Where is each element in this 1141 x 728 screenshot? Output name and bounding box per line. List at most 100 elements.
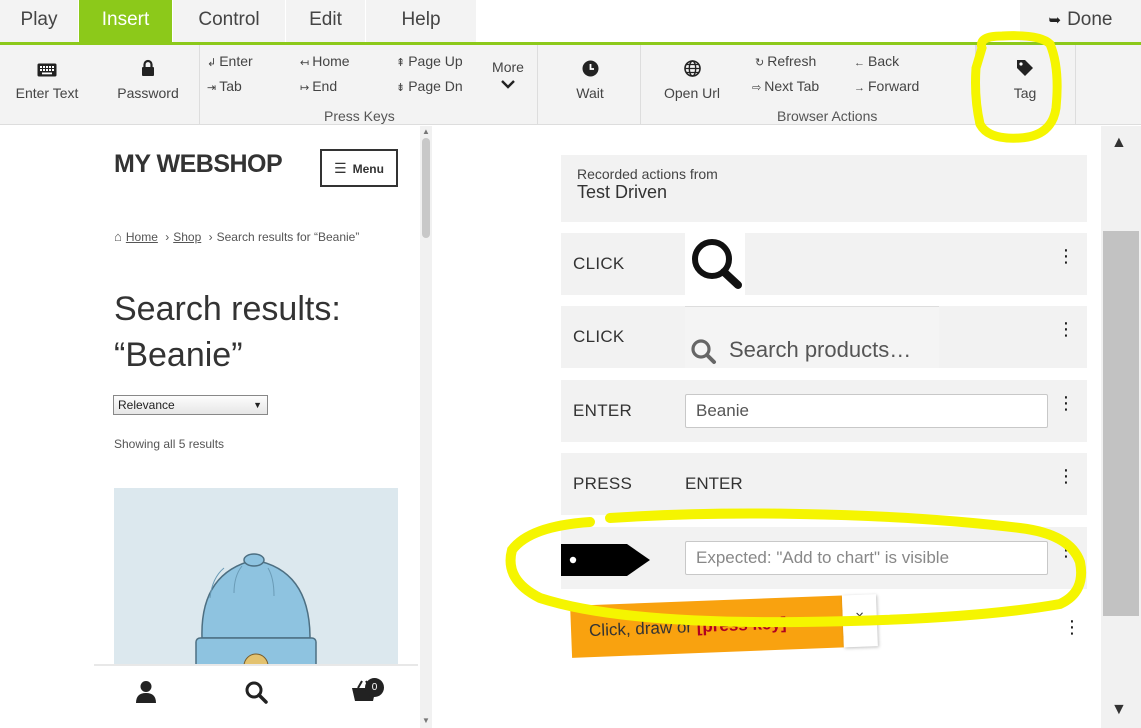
enter-text-label: Enter Text [15, 85, 79, 101]
sort-select[interactable]: Relevance ▼ [113, 395, 268, 415]
breadcrumb-current: Search results for “Beanie” [216, 230, 360, 244]
scroll-up-icon[interactable]: ▲ [1111, 134, 1127, 152]
recording-header: Recorded actions from Test Driven [561, 155, 1087, 222]
step-click-search-field[interactable]: CLICK Search products… ⋮ [561, 306, 1087, 368]
step-command: PRESS [573, 474, 633, 493]
toolbar-group-tag [976, 45, 1076, 125]
step-enter-text[interactable]: ENTER Beanie ⋮ [561, 380, 1087, 442]
key-page-dn-label: Page Dn [408, 78, 463, 94]
search-icon[interactable] [244, 680, 268, 711]
assertion-input[interactable]: Expected: "Add to chart" is visible [685, 541, 1048, 575]
recorder-scroll-thumb[interactable] [1103, 231, 1139, 616]
page-down-icon: ⇟ [396, 82, 406, 94]
done-label: Done [1067, 9, 1113, 30]
new-step-kebab-icon[interactable]: ⋮ [1063, 618, 1081, 636]
sort-select-value: Relevance [118, 398, 175, 412]
cart-count-badge: 0 [365, 678, 384, 697]
scroll-down-icon[interactable]: ▼ [1111, 701, 1127, 719]
recording-header-source: Test Driven [577, 182, 668, 202]
page-title-line1: Search results: [114, 290, 341, 328]
beanie-illustration [114, 488, 398, 668]
recorder-scrollbar[interactable]: ▲ ▼ [1101, 126, 1141, 728]
key-page-up-button[interactable]: ⇞ Page Up [396, 53, 463, 69]
key-page-dn-button[interactable]: ⇟ Page Dn [396, 78, 463, 94]
tab-control[interactable]: Control [173, 0, 285, 42]
page-title: Search results: “Beanie” [114, 286, 414, 378]
press-keys-caption: Press Keys [324, 108, 395, 124]
sign-out-icon: ➥ [1048, 12, 1062, 29]
mobile-bottom-nav: 0 [94, 664, 418, 728]
tab-play[interactable]: Play [0, 0, 78, 42]
step-screenshot-thumbnail: Search products… [685, 306, 939, 368]
lock-icon [104, 59, 192, 85]
wait-button[interactable]: Wait [548, 59, 632, 101]
return-icon: ↲ [207, 57, 217, 69]
search-icon [691, 339, 716, 364]
key-tab-button[interactable]: ⇥ Tab [207, 78, 242, 94]
page-up-icon: ⇞ [396, 57, 406, 69]
key-end-label: End [312, 78, 338, 94]
more-keys-button[interactable]: More [484, 59, 532, 97]
step-menu-kebab-icon[interactable]: ⋮ [1056, 394, 1076, 412]
product-image-beanie[interactable] [114, 488, 398, 668]
step-key-value: ENTER [685, 474, 743, 493]
account-icon[interactable] [135, 680, 157, 711]
top-menu-bar: Play Insert Control Edit Help ➥ Done [0, 0, 1141, 45]
key-enter-label: Enter [219, 53, 253, 69]
password-button[interactable]: Password [104, 59, 192, 101]
result-count: Showing all 5 results [114, 437, 225, 451]
hint-prefix: Click, draw or [588, 617, 698, 641]
hint-text: Click, draw or [press key] [570, 595, 844, 658]
preview-scroll-thumb[interactable] [422, 138, 430, 238]
tag-icon [561, 544, 650, 576]
step-menu-kebab-icon[interactable]: ⋮ [1056, 247, 1076, 265]
tab-edit[interactable]: Edit [286, 0, 365, 42]
enter-text-button[interactable]: Enter Text [0, 59, 94, 101]
breadcrumb-shop[interactable]: Shop [173, 230, 201, 244]
close-icon[interactable]: × [841, 594, 878, 648]
tab-help[interactable]: Help [366, 0, 476, 42]
toolbar-group-browser [641, 45, 976, 125]
wait-label: Wait [576, 85, 604, 101]
end-arrow-icon: ↦ [300, 82, 310, 94]
key-page-up-label: Page Up [408, 53, 463, 69]
home-arrow-icon: ↤ [300, 57, 310, 69]
step-click-search-icon[interactable]: CLICK ⋮ [561, 233, 1087, 295]
shop-logo[interactable]: MY WEBSHOP [114, 150, 283, 179]
key-end-button[interactable]: ↦ End [300, 78, 337, 94]
menu-label: Menu [352, 162, 384, 176]
key-tab-label: Tab [219, 78, 242, 94]
step-menu-kebab-icon[interactable]: ⋮ [1056, 541, 1076, 559]
step-command: ENTER [573, 401, 633, 420]
home-icon: ⌂ [114, 229, 122, 244]
step-command: CLICK [573, 327, 625, 346]
page-title-line2: “Beanie” [114, 336, 243, 374]
done-button[interactable]: ➥ Done [1020, 0, 1141, 42]
scroll-up-icon[interactable]: ▲ [422, 127, 430, 136]
step-press-key[interactable]: PRESS ENTER ⋮ [561, 453, 1087, 515]
step-value-input[interactable]: Beanie [685, 394, 1048, 428]
scroll-down-icon[interactable]: ▼ [422, 716, 430, 725]
password-label: Password [117, 85, 179, 101]
key-home-label: Home [312, 53, 350, 69]
step-menu-kebab-icon[interactable]: ⋮ [1056, 467, 1076, 485]
preview-scrollbar[interactable]: ▲ ▼ [420, 126, 432, 728]
key-home-button[interactable]: ↤ Home [300, 53, 350, 69]
thumbnail-text: Search products… [729, 337, 912, 362]
recording-header-line1: Recorded actions from [577, 166, 718, 182]
insert-toolbar: Enter Text Password ↲ Enter ⇥ Tab ↤ Home ↦ E… [0, 45, 1141, 125]
search-icon [692, 239, 742, 289]
tab-insert[interactable]: Insert [79, 0, 172, 42]
clock-icon [548, 59, 632, 85]
step-tag-assertion[interactable]: Expected: "Add to chart" is visible ⋮ [561, 527, 1087, 589]
webpage-preview: MY WEBSHOP ☰ Menu ⌂ Home › Shop › Search res… [0, 126, 432, 728]
key-enter-button[interactable]: ↲ Enter [207, 53, 253, 69]
keyboard-icon [0, 59, 94, 85]
hint-key: [press key] [696, 613, 787, 637]
breadcrumb-home[interactable]: Home [126, 230, 158, 244]
step-menu-kebab-icon[interactable]: ⋮ [1056, 320, 1076, 338]
step-screenshot-thumbnail [685, 233, 745, 295]
menu-button[interactable]: ☰ Menu [320, 149, 398, 187]
breadcrumb: ⌂ Home › Shop › Search results for “Beanie” [114, 229, 360, 244]
caret-down-icon: ▼ [253, 400, 262, 410]
